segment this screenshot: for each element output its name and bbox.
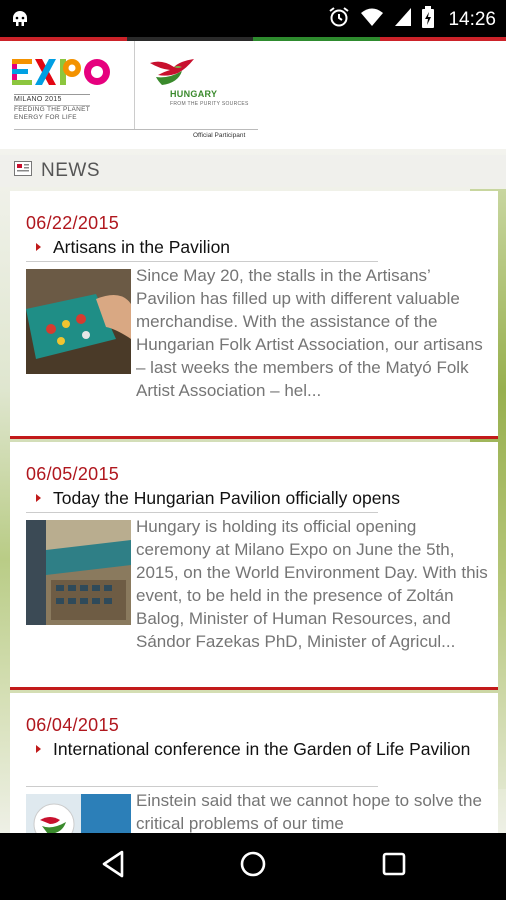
- news-thumbnail[interactable]: [26, 520, 131, 625]
- title-underline: [26, 786, 378, 787]
- title-underline: [26, 261, 378, 262]
- title-underline: [26, 512, 378, 513]
- home-icon[interactable]: [238, 849, 268, 884]
- news-thumbnail[interactable]: [26, 794, 131, 833]
- status-time: 14:26: [448, 8, 496, 30]
- bullet-arrow-icon: [36, 745, 41, 753]
- news-date: 06/04/2015: [26, 715, 120, 735]
- news-card[interactable]: 06/05/2015 Today the Hungarian Pavilion …: [10, 442, 498, 690]
- android-icon: [10, 8, 30, 33]
- news-excerpt: Hungary is holding its official opening …: [136, 517, 488, 651]
- back-icon[interactable]: [100, 849, 126, 884]
- official-participant-label: Official Participant: [193, 132, 246, 139]
- card-accent-line: [10, 687, 498, 690]
- card-accent-line: [10, 436, 498, 439]
- news-excerpt: Einstein said that we cannot hope to sol…: [136, 791, 482, 833]
- news-card[interactable]: 06/22/2015 Artisans in the Pavilion Sinc…: [10, 191, 498, 439]
- recents-icon[interactable]: [381, 849, 407, 884]
- news-date: 06/22/2015: [26, 213, 120, 233]
- battery-icon: [422, 6, 435, 33]
- news-thumbnail[interactable]: [26, 269, 131, 374]
- news-date: 06/05/2015: [26, 464, 120, 484]
- news-section-header: NEWS: [0, 155, 506, 187]
- news-excerpt: Since May 20, the stalls in the Artisans…: [136, 266, 483, 400]
- system-nav-bar: [0, 833, 506, 900]
- news-section-title: NEWS: [41, 160, 100, 181]
- hungary-tagline: FROM THE PURITY SOURCES: [170, 101, 249, 107]
- alarm-icon: [328, 6, 350, 33]
- news-card[interactable]: 06/04/2015 International conference in t…: [10, 693, 498, 833]
- official-divider: [14, 129, 258, 130]
- news-title[interactable]: Artisans in the Pavilion: [53, 236, 483, 259]
- status-bar: 14:26: [0, 0, 506, 37]
- wifi-icon: [360, 7, 384, 32]
- expo-tagline: MILANO 2015 FEEDING THE PLANET ENERGY FO…: [14, 94, 91, 121]
- news-title[interactable]: International conference in the Garden o…: [53, 738, 483, 761]
- news-icon: [14, 161, 32, 181]
- bullet-arrow-icon: [36, 243, 41, 251]
- hungary-wordmark: HUNGARY: [170, 89, 218, 99]
- signal-icon: [394, 7, 412, 32]
- header-divider: [134, 41, 135, 129]
- expo-logo[interactable]: [12, 57, 112, 92]
- app-header: MILANO 2015 FEEDING THE PLANET ENERGY FO…: [0, 41, 506, 149]
- bullet-arrow-icon: [36, 494, 41, 502]
- news-title[interactable]: Today the Hungarian Pavilion officially …: [53, 487, 483, 510]
